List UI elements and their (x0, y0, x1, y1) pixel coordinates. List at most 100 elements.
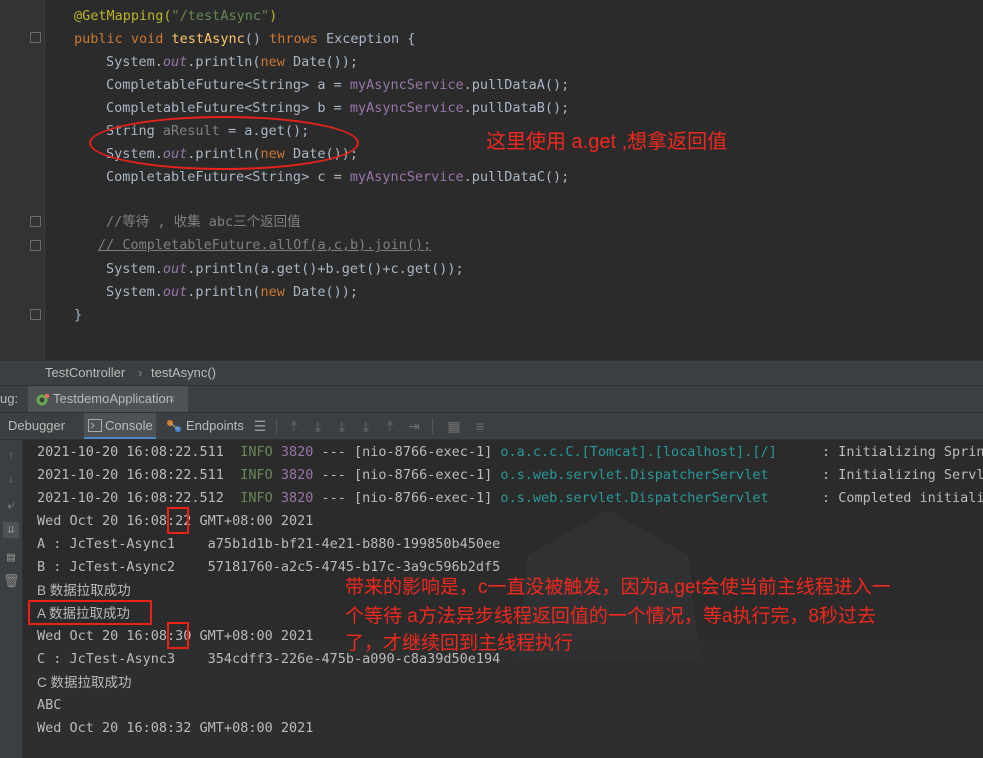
breadcrumb: TestController › testAsync() (0, 360, 983, 386)
log-pid: 3820 (280, 490, 314, 506)
code-line[interactable]: //等待 , 收集 abc三个返回值 (106, 211, 301, 233)
code-token: System. (106, 284, 163, 300)
debug-tool-window-header: ug: TestdemoApplication × (0, 386, 983, 413)
code-token: System. (106, 261, 163, 277)
console-icon (88, 419, 102, 432)
comment-token: //等待 , 收集 abc三个返回值 (106, 214, 301, 230)
code-token: Date()); (292, 284, 358, 300)
annotation-note-line-1: 带来的影响是，c一直没被触发，因为a.get会使当前主线程进入一 (345, 577, 891, 598)
menu-icon[interactable]: ☰ (252, 418, 268, 434)
fold-marker-icon[interactable] (30, 309, 41, 320)
fold-marker-icon[interactable] (30, 240, 41, 251)
code-token: } (74, 307, 83, 323)
fold-marker-icon[interactable] (30, 32, 41, 43)
code-token: .println( (187, 54, 261, 70)
code-line[interactable]: @GetMapping("/testAsync") (74, 5, 277, 27)
session-tab-testdemo[interactable]: TestdemoApplication × (28, 386, 188, 412)
keyword-token: new (260, 284, 293, 300)
log-thread: [nio-8766-exec-1] (354, 490, 493, 506)
log-logger[interactable]: o.s.web.servlet.DispatcherServlet (500, 490, 768, 506)
code-token: Exception { (326, 31, 416, 47)
code-line[interactable]: System.out.println(new Date()); (106, 51, 358, 73)
log-line: 2021-10-20 16:08:22.511 INFO 3820 --- [n… (37, 464, 769, 487)
code-line[interactable]: // CompletableFuture.allOf(a,c,b).join()… (98, 234, 431, 256)
field-token: myAsyncService (349, 169, 464, 185)
log-separator: --- (321, 467, 346, 483)
trash-icon[interactable]: 🗑 (3, 574, 20, 590)
trace-icon[interactable]: ≡ (472, 418, 488, 434)
highlight-box-seconds-30 (167, 622, 189, 649)
down-arrow-icon[interactable]: ↓ (3, 472, 19, 488)
annotation-token: ) (269, 8, 278, 24)
output-line: ABC (37, 697, 62, 713)
force-step-into-icon[interactable]: ⤓ (358, 418, 374, 434)
toolbar-divider (432, 418, 433, 434)
tab-endpoints-label: Endpoints (186, 418, 244, 433)
breadcrumb-method[interactable]: testAsync() (151, 365, 216, 380)
fold-marker-icon[interactable] (30, 216, 41, 227)
code-editor[interactable]: @GetMapping("/testAsync") public void te… (0, 0, 983, 360)
session-tab-label: TestdemoApplication (53, 391, 173, 406)
show-execution-point-icon[interactable]: ⤒ (286, 418, 302, 434)
tab-endpoints[interactable]: Endpoints (166, 413, 244, 439)
log-message: : Completed initiali (822, 490, 983, 506)
code-line[interactable]: CompletableFuture<String> a = myAsyncSer… (106, 74, 569, 96)
output-line: B 数据拉取成功 (37, 583, 131, 598)
step-over-icon[interactable]: ⤓ (310, 418, 326, 434)
highlight-box-a-success (28, 600, 152, 625)
highlight-oval (89, 116, 359, 170)
spring-app-icon (36, 394, 49, 406)
code-line[interactable]: public void testAsync() throws Exception… (74, 28, 415, 50)
code-token: CompletableFuture<String> a = (106, 77, 350, 93)
annotation-note-line-3: 了，才继续回到主线程执行 (345, 633, 574, 654)
comment-token: // CompletableFuture.allOf(a,c,b).join()… (98, 237, 432, 253)
code-token: .println(a.get()+b.get()+c.get()); (187, 261, 464, 277)
output-line: A : JcTest-Async1 a75b1d1b-bf21-4e21-b88… (37, 536, 501, 552)
print-icon[interactable]: ▤ (3, 550, 19, 566)
keyword-token: public void (74, 31, 172, 47)
code-line[interactable]: CompletableFuture<String> b = myAsyncSer… (106, 97, 569, 119)
code-token: .pullDataA(); (463, 77, 570, 93)
log-logger[interactable]: o.s.web.servlet.DispatcherServlet (500, 467, 768, 483)
string-token: "/testAsync" (171, 8, 270, 24)
run-to-cursor-icon[interactable]: ⇥ (406, 418, 422, 434)
highlight-box-seconds-22 (167, 507, 189, 534)
code-token: CompletableFuture<String> c = (106, 169, 350, 185)
step-into-icon[interactable]: ⤓ (334, 418, 350, 434)
keyword-token: throws (269, 31, 326, 47)
log-line: 2021-10-20 16:08:22.512 INFO 3820 --- [n… (37, 487, 769, 510)
step-out-icon[interactable]: ⤒ (382, 418, 398, 434)
up-arrow-icon[interactable]: ↑ (3, 448, 19, 464)
breadcrumb-class[interactable]: TestController (45, 365, 125, 380)
tab-console[interactable]: Console (84, 413, 156, 439)
code-token: .println( (187, 284, 261, 300)
close-icon[interactable]: × (168, 391, 176, 406)
code-line[interactable]: System.out.println(a.get()+b.get()+c.get… (106, 258, 464, 280)
log-pid: 3820 (280, 444, 314, 460)
method-name-token: testAsync (171, 31, 245, 47)
field-token: out (162, 54, 188, 70)
toolbar-divider (276, 418, 277, 434)
debug-toolbar: Debugger Console Endpoints ☰ ⤒ ⤓ ⤓ ⤓ ⤒ ⇥… (0, 413, 983, 440)
code-token: .pullDataC(); (463, 169, 570, 185)
code-token: CompletableFuture<String> b = (106, 100, 350, 116)
field-token: myAsyncService (349, 100, 464, 116)
soft-wrap-icon[interactable]: ⤶ (3, 498, 19, 514)
code-line[interactable]: CompletableFuture<String> c = myAsyncSer… (106, 166, 569, 188)
evaluate-expression-icon[interactable]: ▦ (446, 418, 462, 434)
log-level: INFO (240, 444, 273, 460)
log-logger[interactable]: o.a.c.c.C.[Tomcat].[localhost].[/] (500, 444, 776, 460)
log-level: INFO (240, 490, 273, 506)
annotation-note-line-2: 个等待 a方法异步线程返回值的一个情况，等a执行完，8秒过去 (345, 606, 876, 627)
output-line: C 数据拉取成功 (37, 675, 132, 690)
editor-gutter[interactable] (0, 0, 45, 360)
log-thread: [nio-8766-exec-1] (354, 467, 493, 483)
tab-debugger[interactable]: Debugger (8, 413, 65, 439)
code-line[interactable]: } (74, 304, 82, 326)
code-token: () (244, 31, 270, 47)
scroll-to-end-icon[interactable]: ⇊ (3, 522, 19, 538)
keyword-token: new (260, 54, 293, 70)
console-output[interactable]: 2021-10-20 16:08:22.511 INFO 3820 --- [n… (23, 440, 983, 758)
code-line[interactable]: System.out.println(new Date()); (106, 281, 358, 303)
code-token: Date()); (292, 54, 358, 70)
